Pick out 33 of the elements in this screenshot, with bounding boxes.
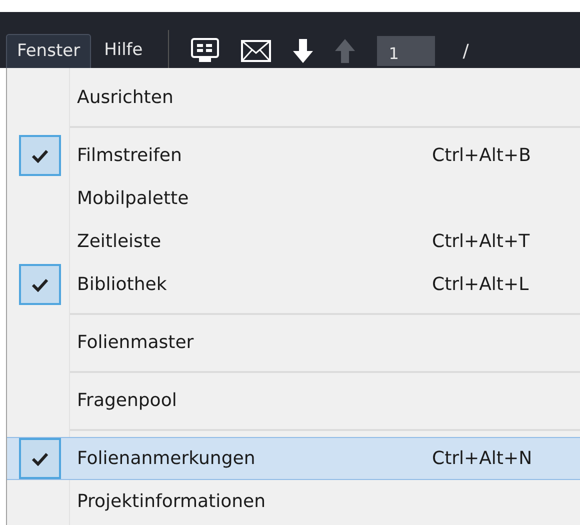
menu-item-label: Ausrichten bbox=[76, 86, 174, 110]
menu-item[interactable]: Bibliothek Ctrl+Alt+L bbox=[7, 263, 580, 306]
up-arrow-icon bbox=[334, 39, 355, 63]
menu-item-label: Folienanmerkungen bbox=[76, 447, 256, 471]
envelope-icon[interactable] bbox=[240, 40, 271, 62]
menu-title[interactable]: Hilfe bbox=[93, 34, 154, 68]
menu-item[interactable]: Folienmaster bbox=[7, 321, 580, 364]
menu-item[interactable]: Zeitleiste Ctrl+Alt+T bbox=[7, 220, 580, 263]
down-arrow-icon[interactable] bbox=[292, 39, 313, 63]
menu-item-label: Mobilpalette bbox=[76, 187, 189, 211]
menu-item-label: Fragenpool bbox=[76, 389, 177, 413]
monitor-icon[interactable] bbox=[190, 38, 219, 64]
menu-item[interactable]: Mobilpalette bbox=[7, 177, 580, 220]
menu-item-label: Zeitleiste bbox=[76, 230, 162, 254]
menu-title[interactable]: Fenster bbox=[6, 34, 92, 68]
checkmark-icon bbox=[32, 452, 48, 466]
menu-item[interactable]: Filmstreifen Ctrl+Alt+B bbox=[7, 134, 580, 177]
shortcut-label: Ctrl+Alt+N bbox=[432, 447, 532, 471]
page-separator: / bbox=[462, 40, 469, 64]
menu-item-label: Bibliothek bbox=[76, 273, 167, 297]
menu-item-label: Projektinformationen bbox=[76, 490, 266, 514]
page-number-field[interactable]: 1 bbox=[376, 36, 435, 66]
menu-item-label: Folienmaster bbox=[76, 331, 194, 355]
menu-item-label: Filmstreifen bbox=[76, 144, 182, 168]
checkmark-icon bbox=[32, 148, 48, 162]
menu-item[interactable]: Projektinformationen bbox=[7, 480, 580, 523]
menu-item[interactable]: Fragenpool bbox=[7, 379, 580, 422]
shortcut-label: Ctrl+Alt+T bbox=[432, 230, 530, 254]
shortcut-label: Ctrl+Alt+L bbox=[432, 273, 529, 297]
shortcut-label: Ctrl+Alt+B bbox=[432, 144, 531, 168]
checkmark-icon bbox=[32, 278, 48, 292]
menu-item[interactable]: Ausrichten bbox=[7, 76, 580, 119]
menu-item[interactable]: Folienanmerkungen Ctrl+Alt+N bbox=[7, 437, 580, 480]
